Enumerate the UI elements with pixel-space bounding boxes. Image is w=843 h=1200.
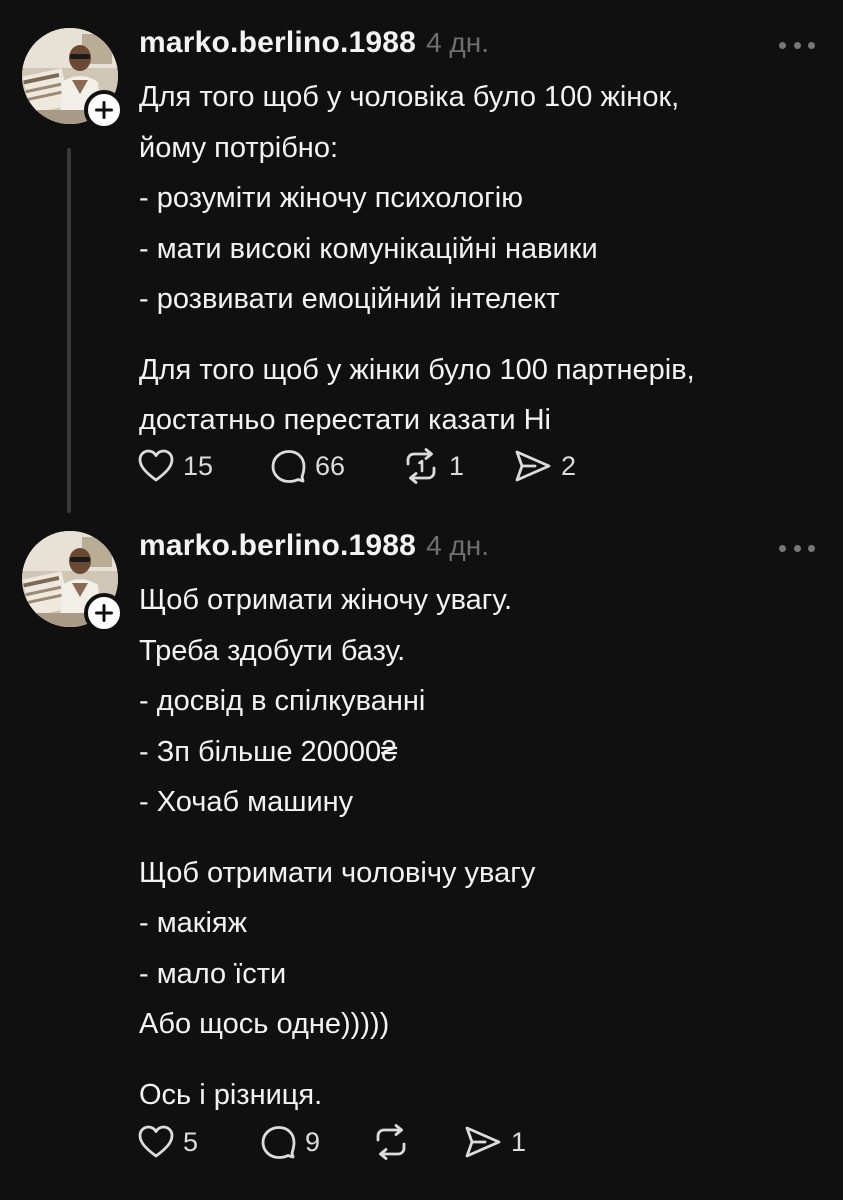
text-line: йому потрібно: [139,131,339,164]
avatar-container[interactable] [22,28,124,130]
comment-button[interactable]: 66 [269,448,401,484]
post-header: marko.berlino.1988 4 дн. [139,529,489,567]
follow-button[interactable] [84,593,124,633]
post-time: 4 дн. [426,27,489,58]
text-line: - мало їсти [139,957,287,990]
username[interactable]: marko.berlino.1988 [139,529,416,563]
text-line: Щоб отримати жіночу увагу. [139,584,513,616]
share-count: 1 [511,1126,527,1157]
text-line: - Зп більше 20000₴ [139,735,398,768]
text-line: - Хочаб машину [139,786,354,818]
plus-icon [95,101,113,119]
heart-icon [138,1125,174,1158]
post-actions: 15 66 1 2 [137,446,576,486]
post-header: marko.berlino.1988 4 дн. [139,26,489,64]
share-count: 2 [561,450,577,481]
post-time: 4 дн. [426,530,489,561]
more-options-button[interactable] [779,539,815,557]
repost-icon [406,448,436,484]
thread-post: marko.berlino.1988 4 дн. Щоб отримати жі… [0,525,843,1200]
text-line: Треба здобути базу. [139,634,406,667]
heart-icon [138,449,174,482]
share-button[interactable]: 1 [463,1124,526,1160]
text-line: Або щось одне))))) [139,1008,390,1040]
text-line: - досвід в спілкуванні [139,685,426,717]
like-count: 5 [183,1126,199,1157]
comment-button[interactable]: 9 [259,1124,371,1160]
more-horizontal-icon [779,544,786,552]
like-count: 15 [183,450,214,481]
like-button[interactable]: 15 [137,448,269,484]
post-text: Щоб отримати жіночу увагу. Треба здобути… [139,575,819,1120]
repost-button[interactable]: 1 [401,448,513,484]
comment-bubble-icon [271,450,306,483]
repost-count: 1 [449,450,465,481]
share-button[interactable]: 2 [513,448,576,484]
send-icon [515,450,551,482]
plus-icon [95,604,113,622]
more-horizontal-icon [779,41,786,49]
text-line: - макіяж [139,907,248,939]
thread-connector-line [67,148,71,513]
more-options-button[interactable] [779,36,815,54]
text-line: Ось і різниця. [139,1078,323,1111]
text-line: - розвивати емоційний інтелект [139,283,560,315]
send-icon [465,1126,501,1158]
text-line: Для того щоб у жінки було 100 партнерів, [139,353,695,386]
post-text: Для того щоб у чоловіка було 100 жінок, … [139,72,819,446]
post-actions: 5 9 1 [137,1122,526,1162]
username[interactable]: marko.berlino.1988 [139,26,416,60]
repost-button[interactable] [371,1124,463,1160]
like-button[interactable]: 5 [137,1124,259,1160]
text-line: Для того щоб у чоловіка було 100 жінок, [139,81,680,113]
comment-bubble-icon [261,1126,296,1159]
text-line: Щоб отримати чоловічу увагу [139,856,536,889]
avatar-container[interactable] [22,531,124,633]
comment-count: 66 [315,450,346,481]
text-line: достатньо перестати казати Ні [139,404,552,436]
follow-button[interactable] [84,90,124,130]
text-line: - розуміти жіночу психологію [139,182,523,214]
comment-count: 9 [305,1126,321,1157]
thread-post: marko.berlino.1988 4 дн. Для того щоб у … [0,0,843,525]
repost-icon [376,1124,406,1160]
text-line: - мати високі комунікаційні навики [139,232,598,265]
